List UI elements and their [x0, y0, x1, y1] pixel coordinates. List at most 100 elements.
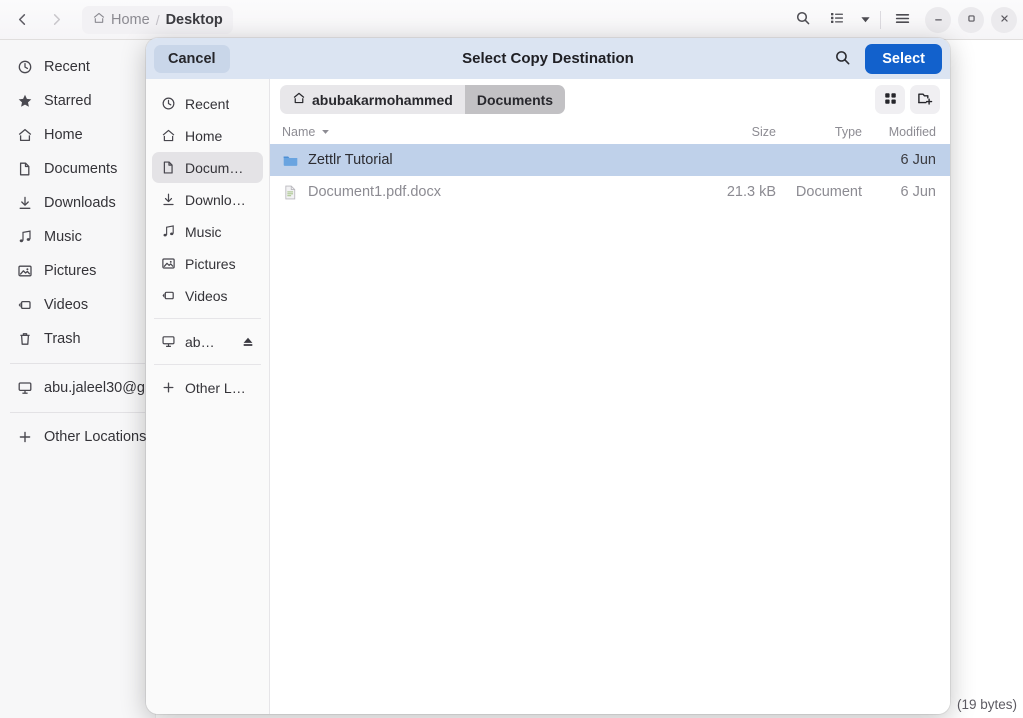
file-name-label: Document1.pdf.docx [308, 184, 441, 200]
sidebar-item-starred[interactable]: Starred [4, 84, 151, 118]
breadcrumb-current-label: Desktop [166, 12, 223, 28]
minimize-icon [933, 13, 944, 27]
sidebar-item-label: Other Locations [44, 429, 146, 445]
sidebar-item-recent[interactable]: Recent [4, 50, 151, 84]
sidebar-item-label: Pictures [44, 263, 96, 279]
sidebar-item-device[interactable]: abu.jaleel30@g [4, 371, 151, 405]
dialog-sidebar: Recent Home Docum… Downlo… Music Picture… [146, 79, 270, 714]
dialog-sidebar-item-documents[interactable]: Docum… [152, 152, 263, 183]
close-button[interactable] [991, 7, 1017, 33]
sidebar-item-other-locations[interactable]: Other Locations [4, 420, 151, 454]
path-crumb-label: abubakarmohammed [312, 92, 453, 108]
dialog-body: Recent Home Docum… Downlo… Music Picture… [146, 79, 950, 714]
trash-icon [16, 331, 33, 348]
star-icon [16, 93, 33, 110]
sidebar-item-videos[interactable]: Videos [4, 288, 151, 322]
path-bar: abubakarmohammed Documents [270, 79, 950, 120]
hamburger-menu-icon [894, 10, 911, 30]
computer-icon [16, 380, 33, 397]
dialog-sidebar-item-videos[interactable]: Videos [152, 280, 263, 311]
sidebar-item-label: Downloads [44, 195, 116, 211]
breadcrumb[interactable]: Home / Desktop [82, 6, 233, 34]
sidebar-divider [10, 363, 145, 364]
navigation-buttons [6, 6, 72, 34]
sidebar-item-label: Recent [44, 59, 90, 75]
toolbar-divider [880, 11, 881, 29]
dialog-sidebar-item-downloads[interactable]: Downlo… [152, 184, 263, 215]
minimize-button[interactable] [925, 7, 951, 33]
chevron-right-icon [49, 12, 64, 27]
dialog-main-panel: abubakarmohammed Documents [270, 79, 950, 714]
view-mode-dropdown-button[interactable] [855, 6, 875, 34]
dialog-sidebar-item-music[interactable]: Music [152, 216, 263, 247]
home-icon [292, 91, 306, 108]
table-row[interactable]: Document1.pdf.docx 21.3 kB Document 6 Ju… [270, 176, 950, 208]
path-breadcrumb: abubakarmohammed Documents [280, 85, 565, 114]
breadcrumb-home-label: Home [111, 12, 150, 28]
back-button[interactable] [6, 6, 38, 34]
column-header-type[interactable]: Type [776, 125, 862, 139]
computer-icon [160, 334, 176, 350]
file-name-cell: Zettlr Tutorial [276, 152, 714, 169]
video-icon [16, 297, 33, 314]
path-crumb-label: Documents [477, 92, 553, 108]
dialog-sidebar-item-label: Home [185, 128, 222, 144]
sidebar-item-label: Videos [44, 297, 88, 313]
dialog-sidebar-item-home[interactable]: Home [152, 120, 263, 151]
plus-icon [16, 429, 33, 446]
file-list-column-headers: Name Size Type Modified [270, 120, 950, 144]
sidebar-item-downloads[interactable]: Downloads [4, 186, 151, 220]
music-note-icon [16, 229, 33, 246]
dialog-sidebar-item-recent[interactable]: Recent [152, 88, 263, 119]
search-button[interactable] [787, 6, 819, 34]
sidebar-item-home[interactable]: Home [4, 118, 151, 152]
sidebar-item-documents[interactable]: Documents [4, 152, 151, 186]
dialog-sidebar-item-pictures[interactable]: Pictures [152, 248, 263, 279]
dialog-sidebar-item-label: Music [185, 224, 222, 240]
eject-icon[interactable] [241, 335, 255, 349]
dialog-sidebar-item-label: Downlo… [185, 192, 246, 208]
path-crumb-documents[interactable]: Documents [465, 85, 565, 114]
dialog-sidebar-divider [154, 364, 261, 365]
view-mode-button[interactable] [821, 6, 853, 34]
dialog-sidebar-item-label: Videos [185, 288, 228, 304]
dialog-sidebar-item-label: Docum… [185, 160, 243, 176]
sidebar-item-music[interactable]: Music [4, 220, 151, 254]
search-icon [834, 49, 851, 69]
main-headerbar: Home / Desktop [0, 0, 1023, 40]
column-header-name[interactable]: Name [276, 125, 714, 139]
dialog-sidebar-item-device[interactable]: ab… [152, 326, 263, 357]
maximize-button[interactable] [958, 7, 984, 33]
select-button[interactable]: Select [865, 44, 942, 74]
home-icon [92, 11, 106, 29]
status-text: (19 bytes) [957, 697, 1017, 712]
table-row[interactable]: Zettlr Tutorial 6 Jun [270, 144, 950, 176]
dialog-sidebar-item-other-locations[interactable]: Other L… [152, 372, 263, 403]
forward-button[interactable] [40, 6, 72, 34]
breadcrumb-home[interactable]: Home [92, 11, 150, 29]
sidebar-item-label: Starred [44, 93, 92, 109]
file-modified-cell: 6 Jun [862, 184, 938, 200]
document-icon [160, 160, 176, 176]
cancel-button[interactable]: Cancel [154, 45, 230, 73]
breadcrumb-current[interactable]: Desktop [166, 12, 223, 28]
chevron-down-icon [860, 12, 871, 28]
path-crumb-user[interactable]: abubakarmohammed [280, 85, 465, 114]
grid-view-button[interactable] [875, 85, 905, 114]
file-name-label: Zettlr Tutorial [308, 152, 393, 168]
dialog-search-button[interactable] [829, 46, 855, 72]
sidebar-item-pictures[interactable]: Pictures [4, 254, 151, 288]
maximize-icon [966, 13, 977, 27]
dialog-sidebar-item-label: ab… [185, 334, 215, 350]
new-folder-button[interactable] [910, 85, 940, 114]
file-list: Zettlr Tutorial 6 Jun Document1.pdf.docx… [270, 144, 950, 714]
clock-icon [16, 59, 33, 76]
column-header-size[interactable]: Size [714, 125, 776, 139]
sidebar-item-label: Trash [44, 331, 81, 347]
sidebar-item-trash[interactable]: Trash [4, 322, 151, 356]
clock-icon [160, 96, 176, 112]
main-menu-button[interactable] [886, 6, 918, 34]
new-folder-icon [917, 90, 933, 109]
picture-icon [160, 256, 176, 272]
column-header-modified[interactable]: Modified [862, 125, 938, 139]
